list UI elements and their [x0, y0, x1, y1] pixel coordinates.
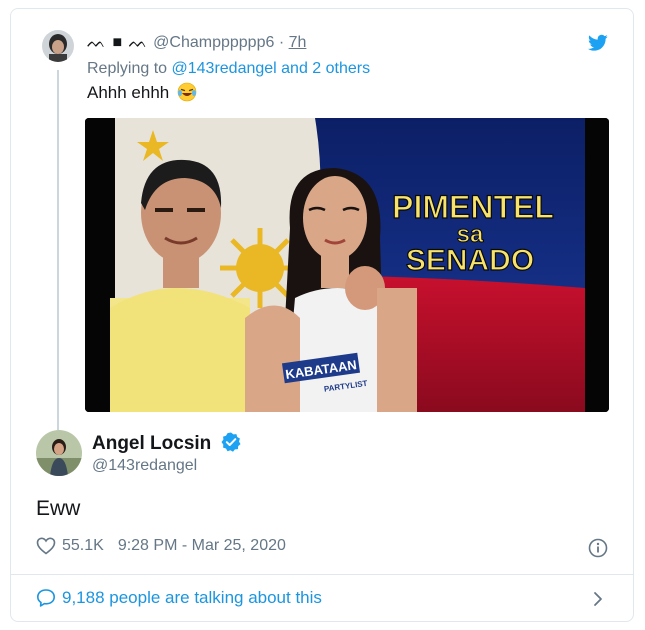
speech-bubble-icon [37, 589, 55, 607]
chevron-right-icon[interactable] [590, 590, 606, 608]
reply-text: Ahhh ehhh [87, 82, 197, 103]
talking-about-link[interactable]: 9,188 people are talking about this [36, 588, 322, 608]
reply-time[interactable]: 7h [289, 34, 307, 51]
replying-prefix: Replying to [87, 60, 168, 77]
verified-badge-icon [221, 432, 241, 452]
reply-display-name[interactable]: ᨓ ■ ᨓ [87, 34, 149, 51]
author-handle[interactable]: @143redangel [92, 457, 197, 475]
tweet-meta: 55.1K 9:28 PM - Mar 25, 2020 [36, 536, 286, 556]
campaign-photo: KABATAAN PARTYLIST PIMENTEL sa SENADO [85, 118, 609, 412]
tears-of-joy-emoji-icon [177, 82, 197, 102]
thread-line [57, 70, 59, 430]
tweet-timestamp[interactable]: 9:28 PM - Mar 25, 2020 [118, 537, 286, 555]
twitter-bird-icon[interactable] [588, 34, 608, 52]
replying-to-link[interactable]: @143redangel and 2 others [172, 60, 371, 77]
reply-text-body: Ahhh ehhh [87, 83, 170, 102]
media-image[interactable]: KABATAAN PARTYLIST PIMENTEL sa SENADO [85, 118, 609, 412]
campaign-line-3: SENADO [406, 244, 534, 277]
like-count[interactable]: 55.1K [62, 537, 104, 555]
info-icon[interactable] [588, 538, 608, 558]
campaign-line-1: PIMENTEL [392, 189, 554, 225]
replying-to-line: Replying to @143redangel and 2 others [87, 60, 370, 78]
talking-about-text[interactable]: 9,188 people are talking about this [62, 588, 322, 608]
tweet-text: Eww [36, 497, 81, 520]
heart-icon[interactable] [36, 536, 56, 556]
author-avatar[interactable] [36, 430, 82, 476]
author-name-text[interactable]: Angel Locsin [92, 433, 211, 454]
reply-handle[interactable]: @Champppppp6 [153, 34, 274, 51]
footer-divider [11, 574, 633, 575]
reply-header: ᨓ ■ ᨓ @Champppppp6 · 7h [87, 34, 306, 52]
separator-dot: · [278, 34, 285, 51]
author-name[interactable]: Angel Locsin [92, 432, 241, 455]
reply-avatar[interactable] [42, 30, 74, 62]
